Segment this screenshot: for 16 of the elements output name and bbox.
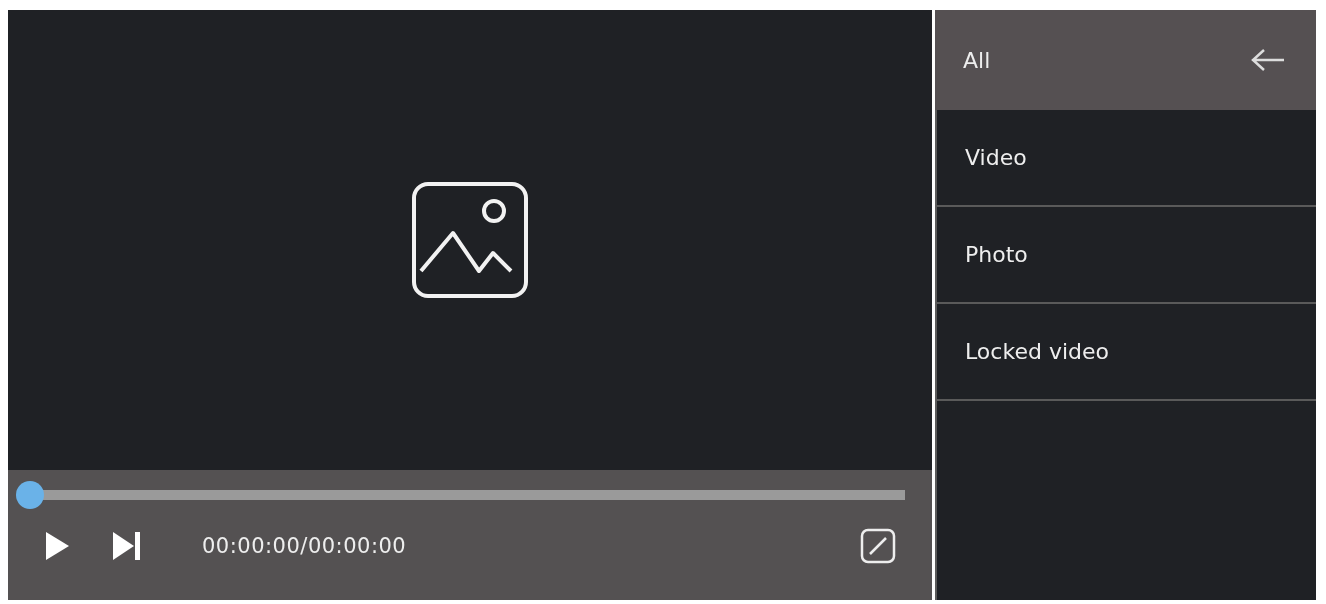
category-item[interactable]: Photo	[935, 207, 1316, 304]
category-item[interactable]: Video	[935, 110, 1316, 207]
fullscreen-icon	[860, 528, 896, 564]
fullscreen-button[interactable]	[860, 528, 896, 564]
time-display: 00:00:00/00:00:00	[202, 534, 407, 558]
category-item[interactable]: All	[935, 10, 1316, 110]
play-icon	[44, 531, 70, 561]
category-label: Video	[965, 145, 1027, 170]
category-label: Locked video	[965, 339, 1109, 364]
category-label: Photo	[965, 242, 1028, 267]
skip-next-icon	[112, 531, 142, 561]
category-label: All	[963, 47, 991, 73]
back-arrow-icon[interactable]	[1250, 48, 1286, 72]
image-placeholder-icon	[411, 181, 529, 299]
progress-thumb[interactable]	[16, 481, 44, 509]
category-item[interactable]: Locked video	[935, 304, 1316, 401]
